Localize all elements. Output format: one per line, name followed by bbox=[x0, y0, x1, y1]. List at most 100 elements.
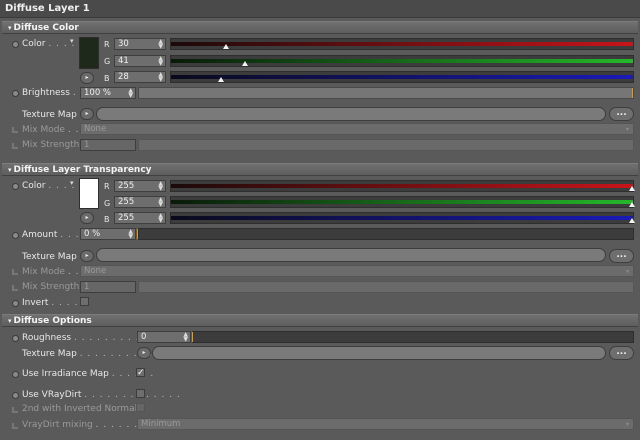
color-swatch-transparency[interactable] bbox=[79, 178, 99, 209]
b-slider-handle[interactable] bbox=[629, 218, 635, 223]
mix-strength-slider[interactable] bbox=[138, 139, 634, 151]
texture-map-arrow-button[interactable]: ▸ bbox=[137, 347, 151, 359]
mix-mode-label: Mix Mode . . bbox=[22, 267, 80, 277]
mix-strength-slider[interactable] bbox=[138, 281, 634, 293]
texture-map-browse-button[interactable]: ... bbox=[609, 107, 634, 121]
roughness-input[interactable]: 0 ▲ ▼ bbox=[137, 331, 191, 343]
disabled-bullet-icon bbox=[12, 269, 18, 275]
animation-bullet-icon[interactable] bbox=[12, 232, 19, 239]
texture-map-field[interactable] bbox=[96, 107, 606, 121]
animation-bullet-icon[interactable] bbox=[12, 300, 19, 307]
invert-label: Invert . . . . . bbox=[22, 298, 87, 308]
spinner-icon[interactable]: ▲ ▼ bbox=[158, 181, 163, 192]
disabled-bullet-icon bbox=[12, 127, 18, 133]
texture-map-arrow-button[interactable]: ▸ bbox=[80, 108, 94, 120]
section-header-transparency[interactable]: ▾ Diffuse Layer Transparency bbox=[2, 163, 638, 176]
color-picker-button[interactable]: ▸ bbox=[80, 72, 94, 84]
spinner-icon[interactable]: ▲ ▼ bbox=[183, 332, 188, 343]
brightness-label: Brightness . . bbox=[22, 88, 85, 98]
invert-checkbox[interactable] bbox=[80, 297, 89, 306]
spinner-icon[interactable]: ▲ ▼ bbox=[158, 56, 163, 67]
mix-strength-input[interactable]: 1 bbox=[80, 139, 136, 151]
r-slider-handle[interactable] bbox=[629, 186, 635, 191]
disabled-bullet-icon bbox=[12, 285, 18, 291]
animation-bullet-icon[interactable] bbox=[12, 90, 19, 97]
b-slider[interactable] bbox=[170, 71, 634, 83]
b-gradient-bar bbox=[171, 216, 633, 220]
g-input[interactable]: 255 ▲ ▼ bbox=[114, 196, 166, 208]
r-label: R bbox=[104, 182, 110, 191]
b-label: B bbox=[104, 74, 110, 83]
color-label: Color . . . . bbox=[22, 39, 76, 49]
color-swatch-diffuse[interactable] bbox=[79, 37, 99, 69]
inverted-normals-label: 2nd with Inverted Normals bbox=[22, 404, 142, 414]
transparency-color-label: Color . . . . bbox=[22, 181, 76, 191]
panel-title: Diffuse Layer 1 bbox=[0, 0, 640, 18]
g-slider-handle[interactable] bbox=[242, 61, 248, 66]
texture-map-arrow-button[interactable]: ▸ bbox=[80, 250, 94, 262]
chevron-down-icon: ▾ bbox=[625, 126, 629, 133]
use-vraydirt-checkbox[interactable] bbox=[136, 389, 145, 398]
collapse-arrow-icon: ▾ bbox=[8, 317, 12, 325]
section-title: Diffuse Layer Transparency bbox=[13, 165, 152, 175]
spinner-icon[interactable]: ▲ ▼ bbox=[158, 39, 163, 50]
texture-map-field[interactable] bbox=[96, 248, 606, 262]
color-menu-arrow-icon[interactable]: ▾ bbox=[70, 37, 74, 45]
spinner-icon[interactable]: ▲ ▼ bbox=[158, 197, 163, 208]
g-gradient-bar bbox=[171, 59, 633, 63]
mix-mode-dropdown[interactable]: None ▾ bbox=[80, 265, 634, 277]
g-gradient-bar bbox=[171, 200, 633, 204]
disabled-bullet-icon bbox=[12, 143, 18, 149]
texture-map-browse-button[interactable]: ... bbox=[609, 346, 634, 360]
mix-strength-input[interactable]: 1 bbox=[80, 281, 136, 293]
mix-strength-label: Mix Strength bbox=[22, 282, 80, 292]
b-gradient-bar bbox=[171, 75, 633, 79]
g-slider[interactable] bbox=[170, 55, 634, 67]
texture-map-field[interactable] bbox=[152, 346, 606, 360]
animation-bullet-icon[interactable] bbox=[12, 371, 19, 378]
r-gradient-bar bbox=[171, 184, 633, 188]
brightness-input[interactable]: 100 % ▲ ▼ bbox=[80, 87, 136, 99]
r-input[interactable]: 30 ▲ ▼ bbox=[114, 38, 166, 50]
animation-bullet-icon[interactable] bbox=[12, 335, 19, 342]
amount-slider-marker[interactable] bbox=[137, 229, 138, 239]
section-header-diffuse-color[interactable]: ▾ Diffuse Color bbox=[2, 21, 638, 34]
spinner-icon[interactable]: ▲ ▼ bbox=[128, 88, 133, 99]
amount-slider[interactable] bbox=[138, 228, 634, 240]
mix-mode-dropdown[interactable]: None ▾ bbox=[80, 123, 634, 135]
b-slider-handle[interactable] bbox=[218, 77, 224, 82]
b-input[interactable]: 255 ▲ ▼ bbox=[114, 212, 166, 224]
animation-bullet-icon[interactable] bbox=[12, 41, 19, 48]
r-input[interactable]: 255 ▲ ▼ bbox=[114, 180, 166, 192]
b-slider[interactable] bbox=[170, 212, 634, 224]
amount-input[interactable]: 0 % ▲ ▼ bbox=[80, 228, 136, 240]
spinner-icon[interactable]: ▲ ▼ bbox=[158, 213, 163, 224]
r-slider[interactable] bbox=[170, 38, 634, 50]
disabled-bullet-icon bbox=[12, 423, 18, 429]
roughness-slider[interactable] bbox=[192, 331, 634, 343]
color-menu-arrow-icon[interactable]: ▾ bbox=[70, 179, 74, 187]
animation-bullet-icon[interactable] bbox=[12, 392, 19, 399]
b-input[interactable]: 28 ▲ ▼ bbox=[114, 71, 166, 83]
section-header-options[interactable]: ▾ Diffuse Options bbox=[2, 314, 638, 327]
use-irradiance-checkbox[interactable]: ✓ bbox=[136, 368, 145, 378]
roughness-slider-marker[interactable] bbox=[192, 332, 193, 342]
texture-map-browse-button[interactable]: ... bbox=[609, 249, 634, 263]
animation-bullet-icon[interactable] bbox=[12, 183, 19, 190]
inverted-normals-checkbox[interactable] bbox=[136, 403, 145, 412]
g-slider[interactable] bbox=[170, 196, 634, 208]
color-picker-button[interactable]: ▸ bbox=[80, 212, 94, 224]
texture-map-label: Texture Map bbox=[22, 252, 77, 262]
brightness-slider-marker[interactable] bbox=[632, 88, 633, 98]
disabled-bullet-icon bbox=[12, 407, 18, 413]
g-label: G bbox=[104, 199, 111, 208]
g-slider-handle[interactable] bbox=[629, 202, 635, 207]
use-irradiance-label: Use Irradiance Map . . . . . . bbox=[22, 369, 155, 379]
g-input[interactable]: 41 ▲ ▼ bbox=[114, 55, 166, 67]
spinner-icon[interactable]: ▲ ▼ bbox=[158, 72, 163, 83]
r-slider-handle[interactable] bbox=[223, 44, 229, 49]
r-slider[interactable] bbox=[170, 180, 634, 192]
spinner-icon[interactable]: ▲ ▼ bbox=[128, 229, 133, 240]
brightness-slider[interactable] bbox=[138, 87, 634, 99]
vraydirt-mixing-dropdown[interactable]: Minimum ▾ bbox=[137, 418, 634, 430]
